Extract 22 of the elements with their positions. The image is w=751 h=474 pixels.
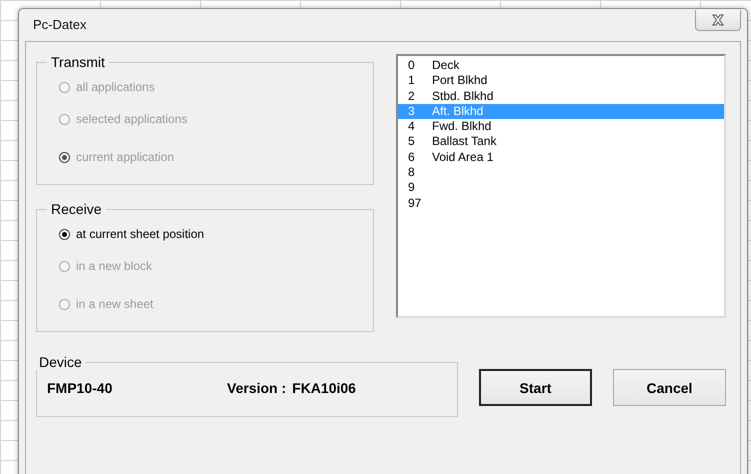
list-item[interactable]: 8 [398,165,724,180]
radio-option[interactable]: at current sheet position [59,221,373,247]
close-icon [710,14,726,26]
list-item[interactable]: 9 [398,180,724,196]
device-model: FMP10-40 [47,380,114,396]
group-label: Device [38,354,83,370]
list-item[interactable]: 97 [398,196,724,211]
close-button[interactable] [695,10,741,30]
window-title: Pc-Datex [33,16,86,32]
group-label: Transmit [50,54,106,70]
list-item[interactable]: 1 Port Blkhd [398,73,724,89]
list-item[interactable]: 5 Ballast Tank [398,134,724,150]
list-item[interactable]: 6 Void Area 1 [398,150,724,166]
list-item[interactable]: 4 Fwd. Blkhd [398,119,724,134]
list-item[interactable]: 0 Deck [398,58,724,74]
group-label: Receive [50,201,103,217]
radio-circle[interactable] [59,228,70,240]
list-item[interactable]: 2 Stbd. Blkhd [398,88,724,104]
dialog-button[interactable]: Cancel [613,369,726,406]
version-value: FKA10i06 [292,380,356,396]
version-label: Version : [227,380,286,396]
dialog-button[interactable]: Start [479,369,592,406]
